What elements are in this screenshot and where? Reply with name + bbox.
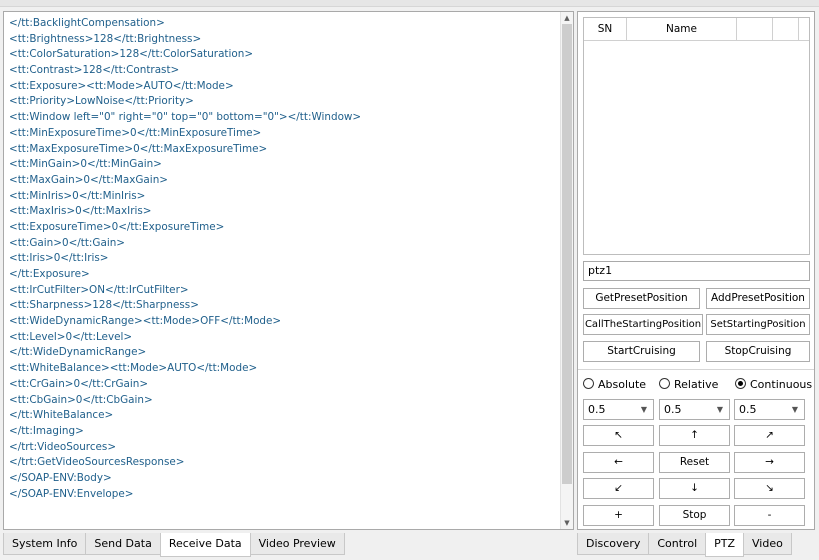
get-preset-position-button[interactable]: GetPresetPosition <box>583 288 700 309</box>
xml-line: <tt:WhiteBalance><tt:Mode>AUTO</tt:Mode> <box>9 362 258 375</box>
xml-line: <tt:MinGain>0</tt:MinGain> <box>9 158 162 171</box>
zoom-out-button[interactable]: - <box>734 505 805 526</box>
radio-relative-indicator <box>659 378 670 389</box>
ptz-up-left-button[interactable]: ↖ <box>583 425 654 446</box>
vertical-scrollbar[interactable]: ▲ ▼ <box>560 12 573 529</box>
radio-absolute-indicator <box>583 378 594 389</box>
ptz-reset-button[interactable]: Reset <box>659 452 730 473</box>
ptz-down-button[interactable]: ↓ <box>659 478 730 499</box>
ptz-up-right-button[interactable]: ↗ <box>734 425 805 446</box>
ptz-stop-button[interactable]: Stop <box>659 505 730 526</box>
arrow-up-icon: ↑ <box>690 429 699 441</box>
chevron-down-icon: ▼ <box>791 405 798 414</box>
tab-system-info[interactable]: System Info <box>3 533 87 555</box>
chevron-down-icon: ▼ <box>716 405 723 414</box>
xml-line: <tt:Contrast>128</tt:Contrast> <box>9 64 180 77</box>
left-tab-bar: System Info Send Data Receive Data Video… <box>3 533 345 557</box>
xml-line: <tt:Brightness>128</tt:Brightness> <box>9 32 202 45</box>
ptz-panel: SN Name ptz1 GetPresetPosition AddPreset… <box>577 11 815 530</box>
set-starting-position-button[interactable]: SetStartingPosition <box>706 314 810 335</box>
zoom-out-icon: - <box>767 509 772 521</box>
xml-line: </tt:Imaging> <box>9 424 84 437</box>
xml-line: <tt:MaxGain>0</tt:MaxGain> <box>9 173 168 186</box>
preset-table-header: SN Name <box>584 18 809 41</box>
xml-line: </tt:WhiteBalance> <box>9 409 114 422</box>
xml-line: <tt:Sharpness>128</tt:Sharpness> <box>9 299 199 312</box>
speed-select-zoom[interactable]: 0.5 ▼ <box>734 399 805 420</box>
arrow-down-icon: ↓ <box>690 482 699 494</box>
move-mode-group: Absolute Relative Continuous <box>583 376 812 394</box>
xml-line: <tt:Gain>0</tt:Gain> <box>9 236 126 249</box>
xml-line: <tt:Iris>0</tt:Iris> <box>9 252 109 265</box>
arrow-right-icon: → <box>765 456 774 468</box>
xml-line: <tt:Window left="0" right="0" top="0" bo… <box>9 111 362 124</box>
tab-receive-data[interactable]: Receive Data <box>159 533 251 557</box>
xml-line: </tt:Exposure> <box>9 268 90 280</box>
title-strip <box>0 0 819 7</box>
xml-line: <tt:Level>0</tt:Level> <box>9 330 133 343</box>
arrow-up-right-icon: ↗ <box>765 429 774 441</box>
arrow-up-left-icon: ↖ <box>614 429 623 441</box>
add-preset-position-button[interactable]: AddPresetPosition <box>706 288 810 309</box>
arrow-down-left-icon: ↙ <box>614 482 623 494</box>
zoom-in-button[interactable]: + <box>583 505 654 526</box>
xml-text: </tt:BacklightCompensation> <tt:Brightne… <box>9 16 559 529</box>
xml-line: </tt:BacklightCompensation> <box>9 17 165 29</box>
tab-video[interactable]: Video <box>743 533 792 555</box>
right-tab-bar: Discovery Control PTZ Video <box>577 533 792 557</box>
ptz-up-button[interactable]: ↑ <box>659 425 730 446</box>
speed-select-y[interactable]: 0.5 ▼ <box>659 399 730 420</box>
arrow-left-icon: ← <box>614 456 623 468</box>
xml-line: </SOAP-ENV:Envelope> <box>9 487 134 500</box>
xml-line: <tt:ColorSaturation>128</tt:ColorSaturat… <box>9 48 254 61</box>
call-starting-position-button[interactable]: CallTheStartingPosition <box>583 314 703 335</box>
ptz-left-button[interactable]: ← <box>583 452 654 473</box>
xml-line: <tt:CrGain>0</tt:CrGain> <box>9 377 149 390</box>
preset-table[interactable]: SN Name <box>583 17 810 255</box>
tab-control[interactable]: Control <box>648 533 707 555</box>
tab-discovery[interactable]: Discovery <box>577 533 650 555</box>
divider <box>578 369 814 370</box>
xml-line: <tt:IrCutFilter>ON</tt:IrCutFilter> <box>9 283 189 296</box>
preset-name-input[interactable]: ptz1 <box>583 261 810 281</box>
xml-line: </tt:WideDynamicRange> <box>9 346 147 359</box>
radio-continuous[interactable]: Continuous <box>735 376 812 394</box>
ptz-down-left-button[interactable]: ↙ <box>583 478 654 499</box>
xml-line: </trt:GetVideoSourcesResponse> <box>9 456 185 469</box>
column-name[interactable]: Name <box>627 18 737 40</box>
receive-data-text-view[interactable]: </tt:BacklightCompensation> <tt:Brightne… <box>3 11 574 530</box>
xml-line: <tt:WideDynamicRange><tt:Mode>OFF</tt:Mo… <box>9 315 282 328</box>
start-cruising-button[interactable]: StartCruising <box>583 341 700 362</box>
column-3[interactable] <box>737 18 773 40</box>
radio-relative[interactable]: Relative <box>659 376 718 394</box>
xml-line: </SOAP-ENV:Body> <box>9 471 112 484</box>
stop-cruising-button[interactable]: StopCruising <box>706 341 810 362</box>
arrow-down-right-icon: ↘ <box>765 482 774 494</box>
xml-line: <tt:MinExposureTime>0</tt:MinExposureTim… <box>9 126 262 139</box>
column-4[interactable] <box>773 18 799 40</box>
tab-ptz[interactable]: PTZ <box>705 533 745 557</box>
ptz-right-button[interactable]: → <box>734 452 805 473</box>
xml-line: <tt:CbGain>0</tt:CbGain> <box>9 393 153 406</box>
xml-line: <tt:MaxIris>0</tt:MaxIris> <box>9 205 152 218</box>
xml-line: <tt:MinIris>0</tt:MinIris> <box>9 189 146 202</box>
scroll-up-icon[interactable]: ▲ <box>561 12 573 24</box>
xml-line: <tt:Priority>LowNoise</tt:Priority> <box>9 95 194 108</box>
xml-line: <tt:ExposureTime>0</tt:ExposureTime> <box>9 220 225 233</box>
column-sn[interactable]: SN <box>584 18 627 40</box>
chevron-down-icon: ▼ <box>640 405 647 414</box>
radio-continuous-indicator <box>735 378 746 389</box>
zoom-in-icon: + <box>614 509 623 521</box>
ptz-down-right-button[interactable]: ↘ <box>734 478 805 499</box>
xml-line: <tt:MaxExposureTime>0</tt:MaxExposureTim… <box>9 142 268 155</box>
speed-select-x[interactable]: 0.5 ▼ <box>583 399 654 420</box>
tab-video-preview[interactable]: Video Preview <box>249 533 345 555</box>
tab-send-data[interactable]: Send Data <box>85 533 161 555</box>
radio-absolute[interactable]: Absolute <box>583 376 646 394</box>
xml-line: </trt:VideoSources> <box>9 440 117 453</box>
xml-line: <tt:Exposure><tt:Mode>AUTO</tt:Mode> <box>9 79 234 92</box>
scrollbar-thumb[interactable] <box>562 24 572 484</box>
scroll-down-icon[interactable]: ▼ <box>561 517 573 529</box>
